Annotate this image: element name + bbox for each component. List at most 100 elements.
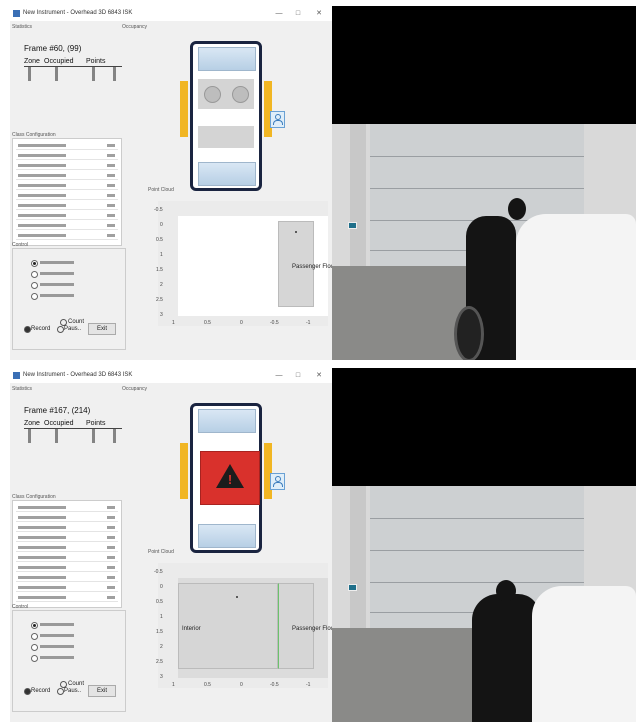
point	[236, 596, 238, 598]
y-tick: -0.5	[154, 569, 163, 575]
rear-window	[198, 524, 256, 548]
count-checkbox[interactable]	[60, 319, 67, 326]
minimize-button[interactable]: —	[272, 6, 286, 21]
screenshot-panel-bottom: New Instrument - Overhead 3D 6843 ISK — …	[10, 368, 636, 722]
config-table	[12, 500, 122, 608]
exit-button[interactable]: Exit	[88, 323, 116, 335]
point-cloud-label: Point Cloud	[148, 187, 174, 193]
windshield	[198, 47, 256, 71]
config-row	[16, 203, 118, 210]
occupancy-group-label: Occupancy	[122, 24, 148, 30]
x-tick: -1	[306, 682, 311, 688]
wall-post	[350, 486, 366, 628]
person-badge-icon	[270, 473, 285, 490]
title-bar: New Instrument - Overhead 3D 6843 ISK — …	[10, 368, 332, 383]
y-tick: 0.5	[156, 599, 163, 605]
config-row	[16, 525, 118, 532]
y-tick: 3	[160, 312, 163, 318]
pause-label: Paus..	[64, 326, 82, 332]
point-cloud-mode-option[interactable]	[31, 643, 91, 651]
maximize-button[interactable]: □	[291, 6, 305, 21]
app-window: New Instrument - Overhead 3D 6843 ISK — …	[10, 6, 336, 360]
point-cloud-mode-option[interactable]	[31, 281, 91, 289]
point-cloud-mode-option[interactable]	[31, 621, 91, 629]
config-row	[16, 575, 118, 582]
person-badge-icon	[270, 111, 285, 128]
point-cloud-mode-option[interactable]	[31, 292, 91, 300]
y-tick: 1	[160, 614, 163, 620]
app-icon	[13, 10, 20, 17]
garage-door-panel	[370, 156, 584, 157]
car-body	[190, 41, 262, 191]
zone-header: Zone	[24, 58, 40, 65]
x-tick: -1	[306, 320, 311, 326]
left-door	[180, 81, 188, 137]
config-row	[16, 213, 118, 220]
point-cloud-mode-option[interactable]	[31, 270, 91, 278]
y-tick: 2	[160, 644, 163, 650]
minimize-button[interactable]: —	[272, 368, 286, 383]
x-tick: 0.5	[204, 682, 211, 688]
config-row	[16, 173, 118, 180]
point-cloud-label: Point Cloud	[148, 549, 174, 555]
car-wheel	[454, 306, 484, 360]
zone-header: Zone	[24, 420, 40, 427]
pause-label: Paus..	[64, 688, 82, 694]
x-tick: -0.5	[270, 682, 279, 688]
pause-radio[interactable]	[57, 688, 64, 695]
y-tick: 1	[160, 252, 163, 258]
garage-door-panel	[370, 582, 584, 583]
occupancy-group-label: Occupancy	[122, 386, 148, 392]
count-label: Count	[68, 319, 85, 325]
car-body: !	[190, 403, 262, 553]
garage-door-panel	[370, 188, 584, 189]
point-cloud-mode-option[interactable]	[31, 654, 91, 662]
config-row	[16, 545, 118, 552]
config-row	[16, 223, 118, 230]
y-tick: 1.5	[156, 629, 163, 635]
x-tick: -0.5	[270, 320, 279, 326]
config-row	[16, 505, 118, 512]
record-label: Record	[31, 326, 51, 332]
point-cloud-mode-option[interactable]	[31, 259, 91, 267]
frame-title: Frame #167, (214)	[24, 406, 91, 415]
point	[295, 231, 297, 233]
record-radio[interactable]	[24, 326, 31, 333]
garage-door-panel	[370, 550, 584, 551]
vehicle-occupancy-diagram: !	[176, 403, 285, 553]
points-value	[92, 429, 95, 443]
wall-post	[350, 124, 366, 266]
app-window: New Instrument - Overhead 3D 6843 ISK — …	[10, 368, 336, 722]
config-row	[16, 183, 118, 190]
close-button[interactable]: ✕	[312, 6, 326, 21]
close-button[interactable]: ✕	[312, 368, 326, 383]
window-title: New Instrument - Overhead 3D 6843 ISK	[23, 10, 133, 16]
garage-door-panel	[370, 518, 584, 519]
exit-button[interactable]: Exit	[88, 685, 116, 697]
occupied-header: Occupied	[44, 58, 74, 65]
config-row	[16, 193, 118, 200]
x-tick: 0	[240, 682, 243, 688]
app-icon	[13, 372, 20, 379]
passenger-floor-label: Passenger Floor	[292, 626, 337, 632]
count-checkbox[interactable]	[60, 681, 67, 688]
camera-view	[332, 6, 636, 360]
config-row	[16, 233, 118, 240]
window-title: New Instrument - Overhead 3D 6843 ISK	[23, 372, 133, 378]
header-divider	[24, 66, 122, 67]
zone-value	[28, 67, 31, 81]
y-tick: 0	[160, 222, 163, 228]
maximize-button[interactable]: □	[291, 368, 305, 383]
y-tick: 0.5	[156, 237, 163, 243]
config-row	[16, 565, 118, 572]
y-tick: 0	[160, 584, 163, 590]
config-row	[16, 595, 118, 602]
zone-value	[28, 429, 31, 443]
left-door	[180, 443, 188, 499]
config-row	[16, 143, 118, 150]
x-tick: 0.5	[204, 320, 211, 326]
config-row	[16, 555, 118, 562]
point-cloud-mode-option[interactable]	[31, 632, 91, 640]
record-radio[interactable]	[24, 688, 31, 695]
pause-radio[interactable]	[57, 326, 64, 333]
